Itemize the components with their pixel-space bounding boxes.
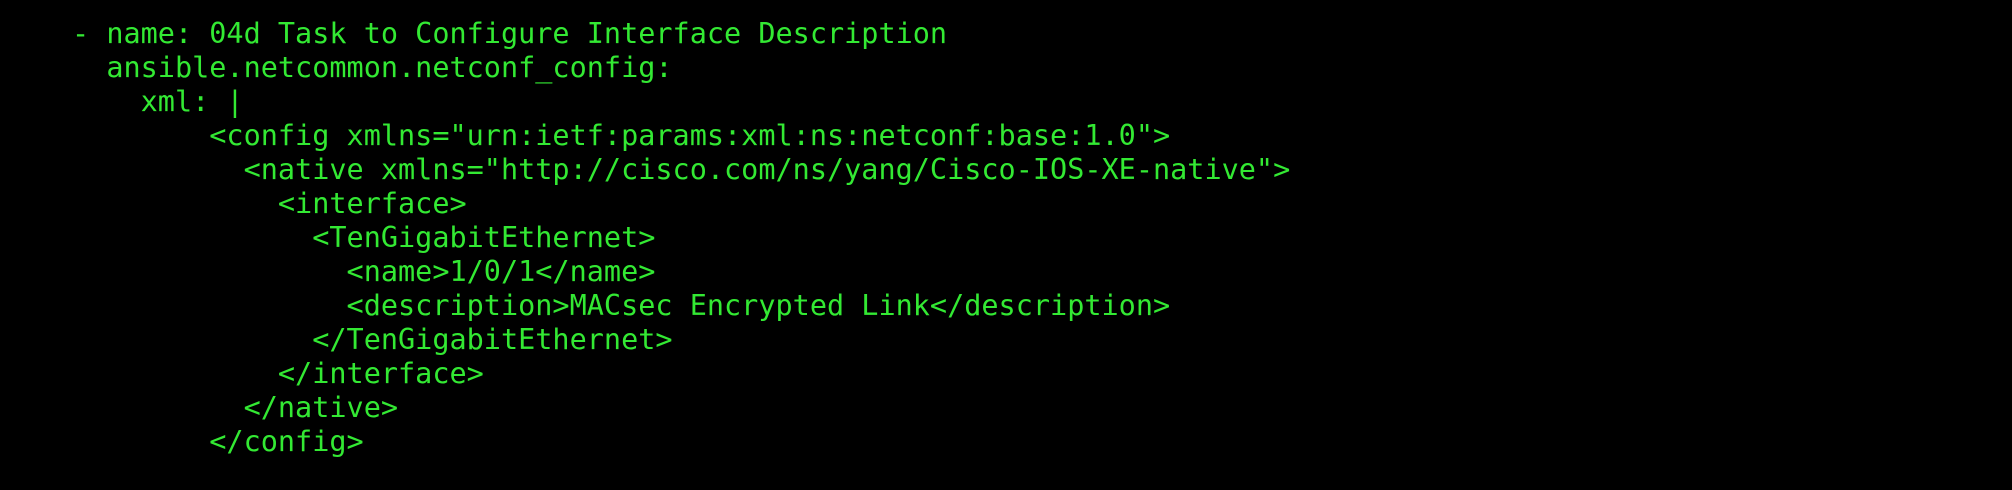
- code-line-task-name: - name: 04d Task to Configure Interface …: [72, 17, 948, 50]
- code-line-name: <name>1/0/1</name>: [72, 255, 656, 288]
- code-line-native-open: <native xmlns="http://cisco.com/ns/yang/…: [72, 153, 1291, 186]
- code-line-interface-close: </interface>: [72, 357, 484, 390]
- code-line-native-close: </native>: [72, 391, 399, 424]
- terminal-window: - name: 04d Task to Configure Interface …: [0, 0, 2012, 490]
- yaml-code-block: - name: 04d Task to Configure Interface …: [72, 17, 2012, 459]
- code-line-description: <description>MACsec Encrypted Link</desc…: [72, 289, 1171, 322]
- code-line-tengig-close: </TenGigabitEthernet>: [72, 323, 673, 356]
- code-line-config-open: <config xmlns="urn:ietf:params:xml:ns:ne…: [72, 119, 1171, 152]
- code-line-module: ansible.netcommon.netconf_config:: [72, 51, 673, 84]
- code-line-tengig-open: <TenGigabitEthernet>: [72, 221, 656, 254]
- code-line-interface-open: <interface>: [72, 187, 467, 220]
- code-line-xml-key: xml: |: [72, 85, 244, 118]
- code-line-config-close: </config>: [72, 425, 364, 458]
